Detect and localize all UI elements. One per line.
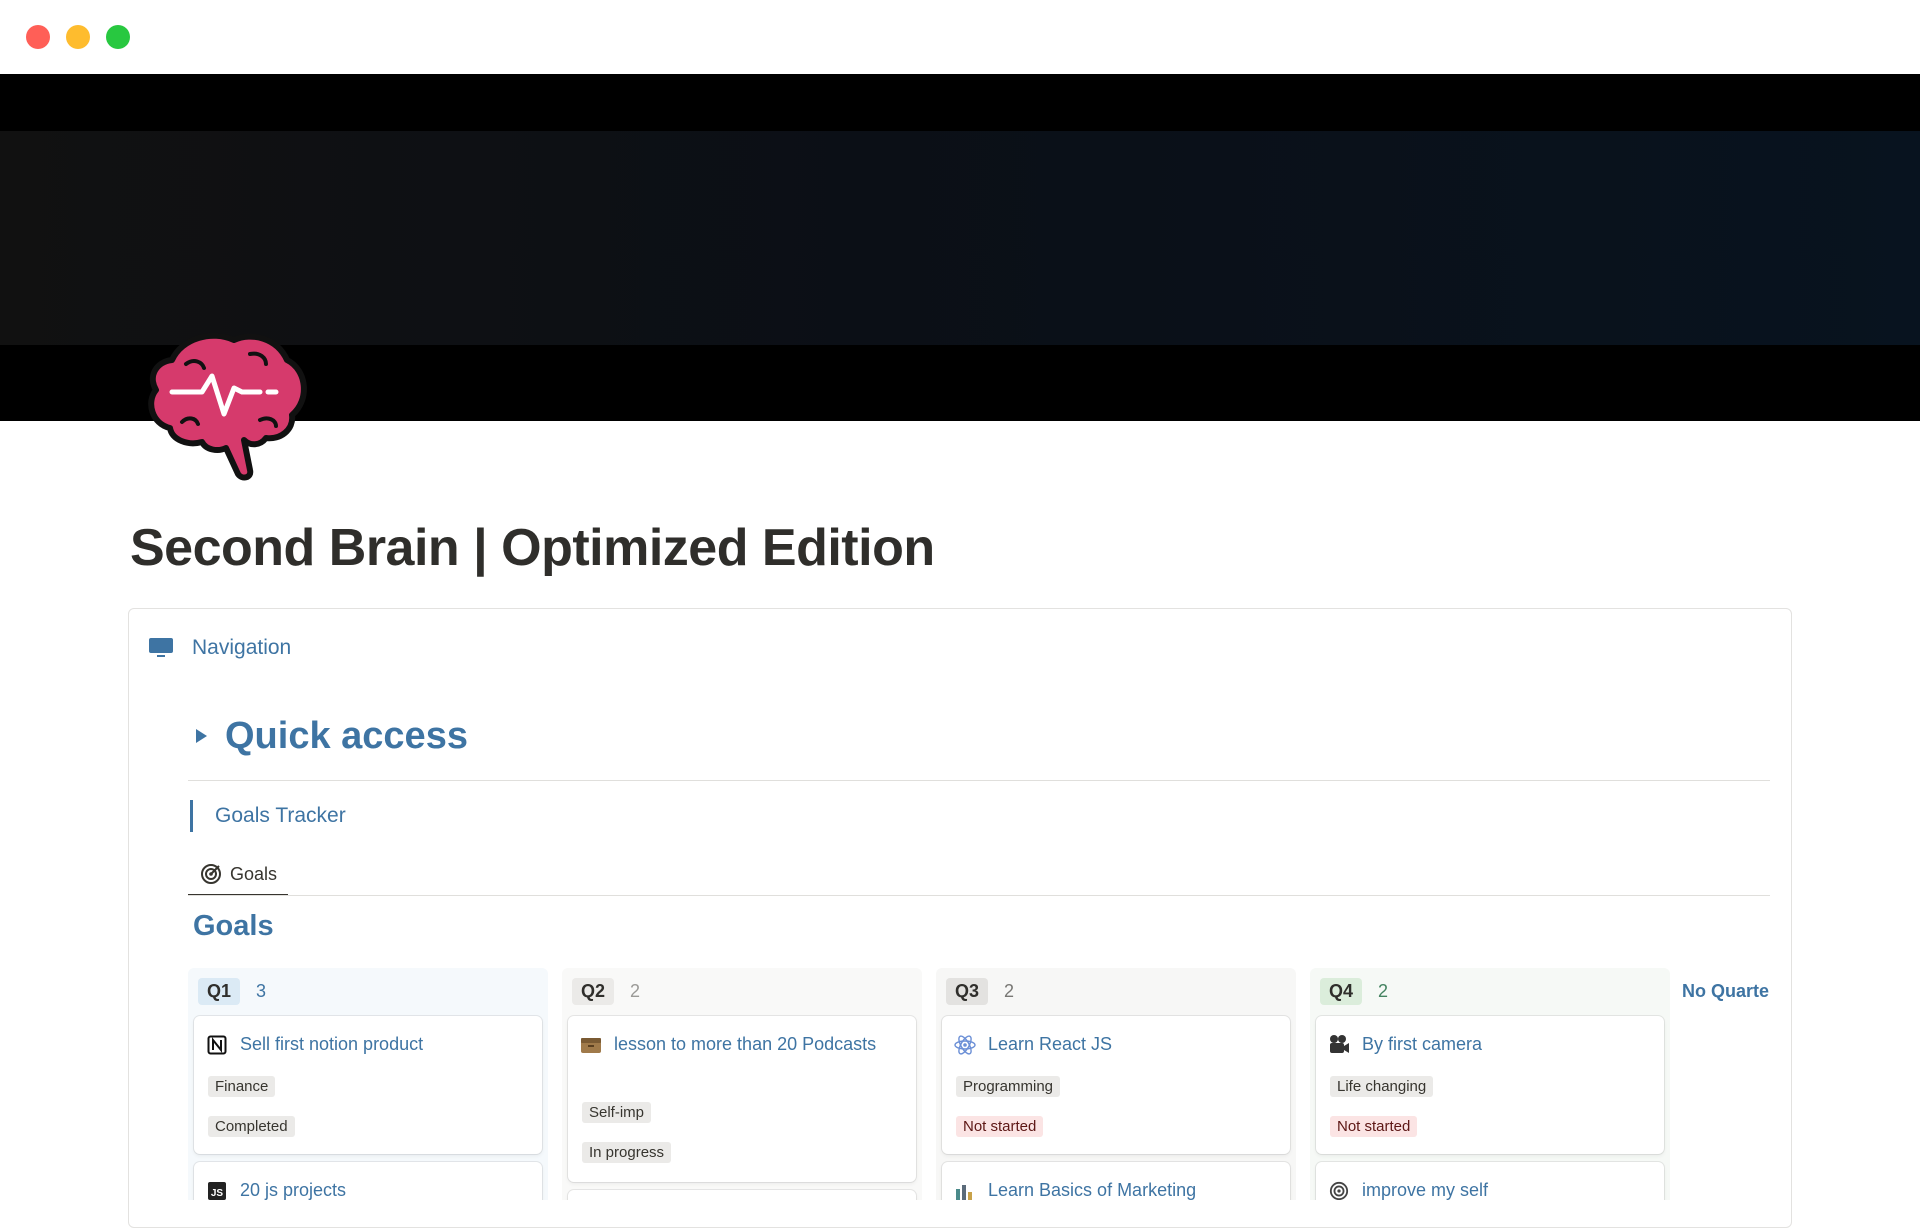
column-label-q1: Q1	[198, 977, 241, 1005]
column-label-q4: Q4	[1320, 977, 1363, 1005]
quick-access-divider	[188, 780, 1770, 781]
zoom-window-button[interactable]	[106, 25, 130, 49]
board-column-q3: Q3 2 Learn React JS Programming Not star…	[936, 968, 1296, 1200]
column-count-q3: 2	[1004, 980, 1015, 1001]
notion-icon	[206, 1034, 228, 1056]
react-icon	[954, 1034, 976, 1056]
goals-tracker-label: Goals Tracker	[215, 804, 346, 827]
toggle-triangle-icon[interactable]	[196, 729, 207, 743]
monitor-icon	[149, 638, 173, 657]
target-icon	[1328, 1180, 1350, 1200]
goal-card[interactable]: Sell first notion product Finance Comple…	[194, 1016, 542, 1154]
status-tag: In progress	[582, 1142, 672, 1163]
column-count-q1: 3	[256, 980, 267, 1001]
javascript-icon: JS	[206, 1180, 228, 1200]
tab-goals[interactable]: Goals	[188, 854, 288, 896]
goal-card[interactable]: Learn Basics of Marketing	[942, 1162, 1290, 1200]
column-header-no-quarter[interactable]: No Quarter	[1674, 976, 1770, 1006]
goal-card-title: improve my self	[1362, 1180, 1489, 1200]
target-icon	[201, 864, 221, 884]
column-header-q4[interactable]: Q4 2	[1320, 976, 1388, 1006]
quote-bar	[190, 800, 193, 832]
navigation-label: Navigation	[192, 636, 292, 659]
category-tag: Programming	[956, 1076, 1061, 1097]
column-header-q1[interactable]: Q1 3	[198, 976, 266, 1006]
box-icon	[580, 1034, 602, 1056]
goals-board: Q1 3 Sell first notion product Finance C…	[188, 968, 1770, 1200]
brain-icon[interactable]	[142, 330, 312, 490]
goal-card[interactable]	[568, 1190, 916, 1200]
goal-card[interactable]: By first camera Life changing Not starte…	[1316, 1016, 1664, 1154]
status-tag: Not started	[1330, 1116, 1418, 1137]
board-column-q1: Q1 3 Sell first notion product Finance C…	[188, 968, 548, 1200]
category-tag: Self-imp	[582, 1102, 652, 1123]
board-column-q2: Q2 2 lesson to more than 20 Podcasts Sel…	[562, 968, 922, 1200]
goal-card-title: Learn Basics of Marketing	[988, 1180, 1197, 1200]
goal-card[interactable]: improve my self	[1316, 1162, 1664, 1200]
goal-card-title: Sell first notion product	[240, 1034, 424, 1054]
goal-card-title: 20 js projects	[240, 1180, 347, 1200]
column-label-q2: Q2	[572, 977, 615, 1005]
no-quarter-label: No Quarter	[1682, 980, 1770, 1001]
cover-gradient	[0, 131, 1920, 345]
navigation-header[interactable]: Navigation	[148, 632, 291, 664]
marketing-icon	[954, 1180, 976, 1200]
column-header-q3[interactable]: Q3 2	[946, 976, 1014, 1006]
status-tag: Completed	[208, 1116, 295, 1137]
goal-card[interactable]: JS 20 js projects	[194, 1162, 542, 1200]
goal-card-title: lesson to more than 20 Podcasts	[614, 1034, 877, 1054]
status-tag: Not started	[956, 1116, 1044, 1137]
category-tag: Finance	[208, 1076, 276, 1097]
tabs-divider	[188, 895, 1770, 896]
goals-tracker-link[interactable]: Goals Tracker	[190, 800, 346, 832]
quick-access-toggle[interactable]: Quick access	[196, 712, 468, 760]
goal-card-title: By first camera	[1362, 1034, 1483, 1054]
column-header-q2[interactable]: Q2 2	[572, 976, 640, 1006]
column-count-q4: 2	[1378, 980, 1389, 1001]
column-count-q2: 2	[630, 980, 641, 1001]
category-tag: Life changing	[1330, 1076, 1434, 1097]
goals-heading: Goals	[193, 910, 274, 942]
goal-card[interactable]: Learn React JS Programming Not started	[942, 1016, 1290, 1154]
movie-camera-icon	[1328, 1034, 1350, 1056]
column-label-q3: Q3	[946, 977, 989, 1005]
quick-access-title: Quick access	[225, 714, 468, 757]
goal-card-title: Learn React JS	[988, 1034, 1113, 1054]
goal-card[interactable]: lesson to more than 20 Podcasts Self-imp…	[568, 1016, 916, 1182]
tab-goals-label: Goals	[230, 863, 278, 884]
svg-text:JS: JS	[211, 1188, 224, 1199]
window-titlebar	[0, 0, 1920, 74]
board-column-q4: Q4 2 By first camera Life changing Not s…	[1310, 968, 1670, 1200]
page-title: Second Brain | Optimized Edition	[130, 519, 935, 577]
minimize-window-button[interactable]	[66, 25, 90, 49]
close-window-button[interactable]	[26, 25, 50, 49]
